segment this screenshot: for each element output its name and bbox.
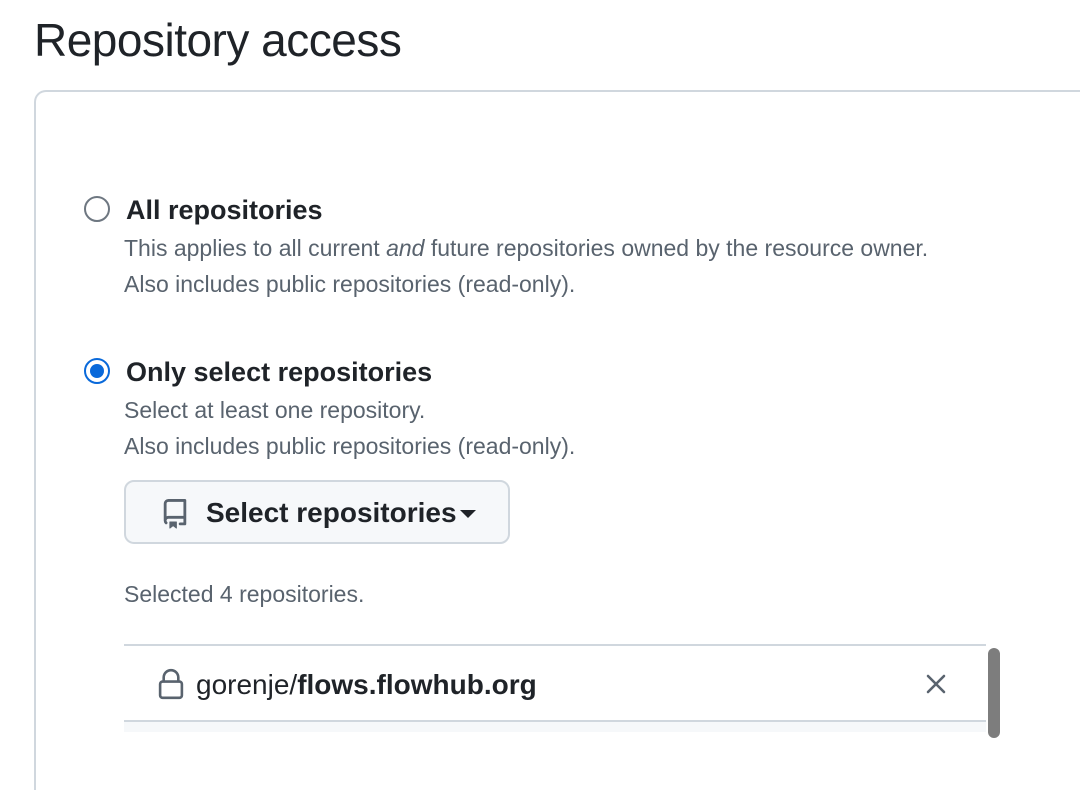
- lock-icon: [158, 668, 184, 700]
- select-repositories-button[interactable]: Select repositories: [124, 480, 510, 544]
- description-text: This applies to all current: [124, 235, 387, 261]
- list-scrollbar[interactable]: [988, 648, 1000, 738]
- all-repositories-note: Also includes public repositories (read-…: [124, 271, 576, 297]
- only-select-repositories-description: Select at least one repository.: [124, 397, 426, 423]
- only-select-repositories-label[interactable]: Only select repositories: [126, 356, 432, 388]
- repo-icon: [163, 499, 187, 529]
- repository-name: gorenje/flows.flowhub.org: [196, 668, 537, 702]
- only-select-repositories-note: Also includes public repositories (read-…: [124, 433, 576, 459]
- selected-count: Selected 4 repositories.: [124, 581, 365, 607]
- repository-row: gorenje/flows.flowhub.org: [124, 646, 986, 722]
- select-repositories-label: Select repositories: [206, 497, 457, 528]
- repository-title: flows.flowhub.org: [297, 669, 537, 700]
- all-repositories-radio[interactable]: [84, 196, 110, 222]
- repository-owner: gorenje/: [196, 669, 298, 700]
- all-repositories-description: This applies to all current and future r…: [124, 234, 928, 262]
- close-icon[interactable]: [924, 672, 948, 696]
- page-title: Repository access: [34, 14, 402, 66]
- description-emphasis: and: [386, 235, 425, 261]
- description-text: future repositories owned by the resourc…: [424, 235, 929, 261]
- next-repository-row: [124, 722, 986, 732]
- only-select-repositories-radio[interactable]: [84, 358, 110, 384]
- caret-down-icon: [460, 510, 476, 518]
- all-repositories-label[interactable]: All repositories: [126, 194, 323, 226]
